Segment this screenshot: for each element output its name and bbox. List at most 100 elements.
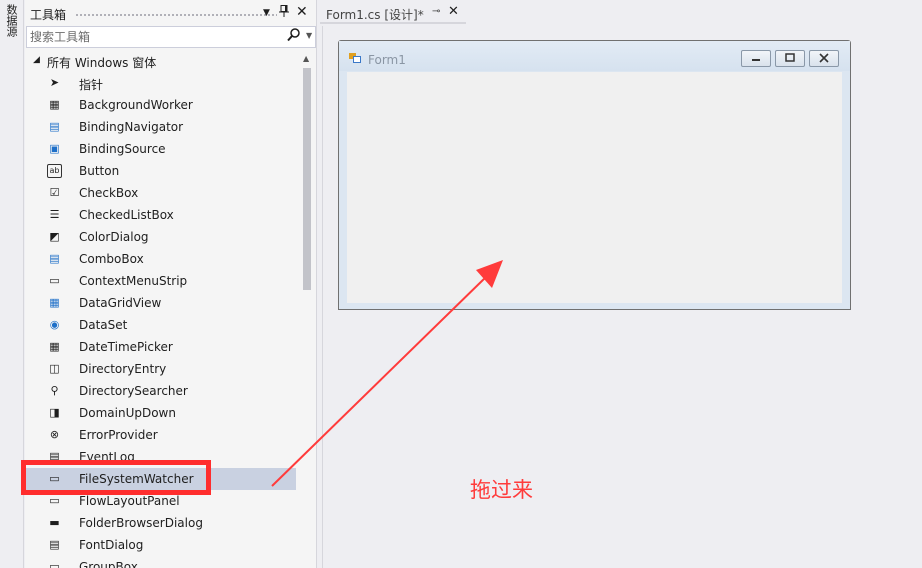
tab-pin-icon[interactable]: ⊸ — [432, 6, 440, 17]
maximize-button[interactable] — [775, 50, 805, 67]
calendar-icon: ▦ — [49, 340, 60, 353]
toolbox-item[interactable]: ⊗ ErrorProvider — [25, 424, 296, 446]
toolbox-item-label: FileSystemWatcher — [79, 472, 194, 486]
search-options-chevron-icon[interactable]: ▼ — [306, 31, 312, 40]
toolbox-item[interactable]: ▣ BindingSource — [25, 138, 296, 160]
toolbox-search-box[interactable]: ▼ — [26, 26, 316, 48]
dropdown-icon[interactable]: ▼ — [263, 8, 270, 18]
toolbox-item[interactable]: ◉ DataSet — [25, 314, 296, 336]
toolbox-item[interactable]: ▤ EventLog — [25, 446, 296, 468]
toolbox-item[interactable]: ◩ ColorDialog — [25, 226, 296, 248]
toolbox-item[interactable]: ab Button — [25, 160, 296, 182]
left-side-strip: 数据源 — [0, 0, 24, 568]
toolbox-item[interactable]: ◫ DirectoryEntry — [25, 358, 296, 380]
toolbox-item[interactable]: ☰ CheckedListBox — [25, 204, 296, 226]
updown-icon: ◨ — [49, 406, 60, 419]
toolbox-item-label: ContextMenuStrip — [79, 274, 188, 288]
binding-source-icon: ▣ — [49, 142, 60, 155]
toolbox-item[interactable]: ▬ FolderBrowserDialog — [25, 512, 296, 534]
toolbox-item[interactable]: ▭ ContextMenuStrip — [25, 270, 296, 292]
toolbox-item-label: CheckBox — [79, 186, 139, 200]
toolbox-item-label: BackgroundWorker — [79, 98, 193, 112]
toolbox-item[interactable]: ◨ DomainUpDown — [25, 402, 296, 424]
toolbox-item-label: ComboBox — [79, 252, 144, 266]
toolbox-title: 工具箱 — [30, 8, 67, 22]
document-tab[interactable]: Form1.cs [设计]* ⊸ ✕ — [320, 2, 466, 24]
toolbox-item-label: FlowLayoutPanel — [79, 494, 180, 508]
magnifier-icon: ⚲ — [50, 384, 59, 397]
pointer-arrow-icon: ➤ — [49, 76, 60, 89]
toolbox-item[interactable]: ➤ 指针 — [25, 72, 296, 94]
search-input[interactable] — [30, 28, 280, 46]
checked-list-icon: ☰ — [49, 208, 60, 221]
form-app-icon — [349, 53, 361, 63]
toolbox-item[interactable]: ▭ GroupBox — [25, 556, 296, 568]
groupbox-icon: ▭ — [49, 560, 60, 568]
toolbox-item[interactable]: ▭ FlowLayoutPanel — [25, 490, 296, 512]
form-client-area[interactable] — [347, 72, 842, 303]
scroll-up-icon[interactable]: ▲ — [303, 54, 309, 63]
group-label: 所有 Windows 窗体 — [47, 56, 157, 70]
flow-layout-icon: ▭ — [49, 494, 60, 507]
toolbox-item-label: BindingNavigator — [79, 120, 184, 134]
combobox-icon: ▤ — [49, 252, 60, 265]
dataset-icon: ◉ — [49, 318, 60, 331]
context-menu-icon: ▭ — [49, 274, 60, 287]
toolbox-item[interactable]: ▤ BindingNavigator — [25, 116, 296, 138]
toolbox-item[interactable]: ▦ DateTimePicker — [25, 336, 296, 358]
toolbox-item-label: FontDialog — [79, 538, 144, 552]
filesystem-watcher-icon: ▭ — [49, 472, 60, 485]
toolbox-item-label: Button — [79, 164, 120, 178]
binding-navigator-icon: ▤ — [49, 120, 60, 133]
search-icon[interactable] — [287, 28, 300, 46]
toolbox-item[interactable]: ⚲ DirectorySearcher — [25, 380, 296, 402]
close-x-icon — [819, 53, 829, 63]
toolbox-scrollbar[interactable]: ▲ — [300, 50, 314, 568]
form1-window[interactable]: Form1 — [338, 40, 851, 310]
toolbox-item[interactable]: ▦ DataGridView — [25, 292, 296, 314]
toolbox-item-label: BindingSource — [79, 142, 166, 156]
directory-entry-icon: ◫ — [49, 362, 60, 375]
title-grip[interactable] — [75, 13, 277, 17]
minimize-button[interactable] — [741, 50, 771, 67]
toolbox-group-header[interactable]: ◢ 所有 Windows 窗体 — [25, 51, 305, 71]
toolbox-item-label: DirectoryEntry — [79, 362, 167, 376]
toolbox-item-label: EventLog — [79, 450, 135, 464]
toolbox-item-label: DomainUpDown — [79, 406, 176, 420]
form-title-bar[interactable]: Form1 — [339, 41, 850, 71]
folder-browser-icon: ▬ — [49, 516, 60, 529]
checkbox-icon: ☑ — [49, 186, 60, 199]
error-x-icon: ⊗ — [49, 428, 60, 441]
tab-close-icon[interactable]: ✕ — [448, 4, 459, 19]
toolbox-item[interactable]: ▤ ComboBox — [25, 248, 296, 270]
maximize-icon — [785, 53, 795, 62]
collapse-triangle-icon[interactable]: ◢ — [33, 55, 40, 65]
toolbox-list: ◢ 所有 Windows 窗体 ➤ 指针 ▦ BackgroundWorker ▤ Bin… — [25, 50, 317, 568]
datagrid-icon: ▦ — [49, 296, 60, 309]
background-worker-icon: ▦ — [49, 98, 60, 111]
toolbox-item-label: DataGridView — [79, 296, 162, 310]
toolbox-item-label: CheckedListBox — [79, 208, 174, 222]
toolbox-item[interactable]: ▦ BackgroundWorker — [25, 94, 296, 116]
toolbox-item-label: GroupBox — [79, 560, 138, 568]
toolbox-title-bar: 工具箱 ▼ ✕ — [25, 4, 317, 24]
toolbox-item-label: DateTimePicker — [79, 340, 173, 354]
toolbox-item[interactable]: ▭ FileSystemWatcher — [25, 468, 296, 490]
toolbox-item-label: ErrorProvider — [79, 428, 158, 442]
toolbox-item-label: DataSet — [79, 318, 128, 332]
toolbox-item[interactable]: ▤ FontDialog — [25, 534, 296, 556]
toolbox-item[interactable]: ☑ CheckBox — [25, 182, 296, 204]
eventlog-icon: ▤ — [49, 450, 60, 463]
minimize-icon — [752, 59, 760, 61]
data-sources-tab[interactable]: 数据源 — [3, 4, 19, 37]
close-button[interactable] — [809, 50, 839, 67]
toolbox-item-label: FolderBrowserDialog — [79, 516, 203, 530]
toolbox-panel: 工具箱 ▼ ✕ ▼ ◢ 所有 Windows 窗体 ➤ 指针 ▦ Background… — [25, 0, 317, 568]
scrollbar-thumb[interactable] — [303, 68, 311, 290]
pin-icon[interactable] — [279, 5, 289, 21]
close-icon[interactable]: ✕ — [296, 4, 308, 20]
form-title: Form1 — [368, 53, 406, 67]
font-dialog-icon: ▤ — [49, 538, 60, 551]
toolbox-item-label: 指针 — [79, 78, 104, 92]
toolbox-item-label: ColorDialog — [79, 230, 149, 244]
